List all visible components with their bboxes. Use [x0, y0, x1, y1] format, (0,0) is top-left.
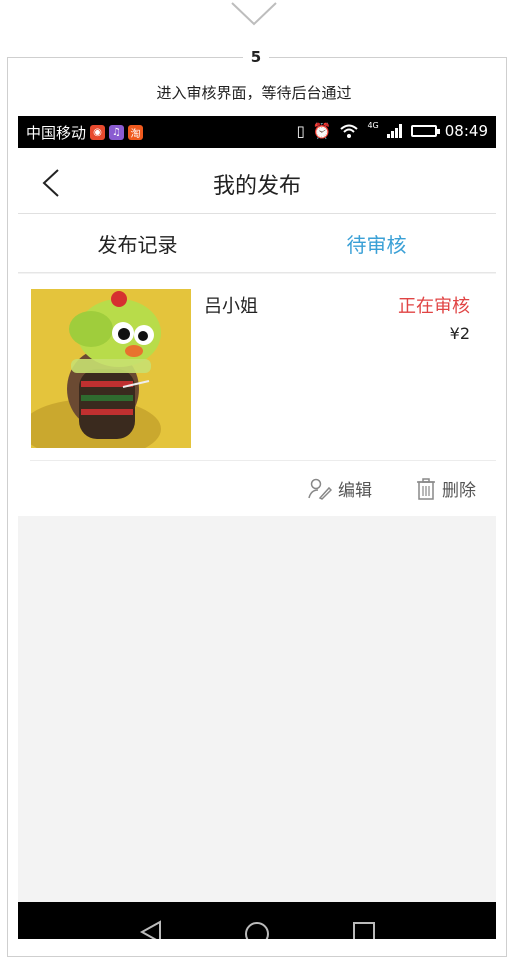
tab-bar: 发布记录 待审核 [18, 214, 496, 273]
alarm-icon: ⏰ [312, 122, 332, 140]
chevron-down-icon [231, 2, 277, 26]
status-badge: 正在审核 [398, 296, 470, 317]
trash-icon [417, 477, 435, 500]
listing-price: ¥2 [449, 324, 470, 343]
battery-icon [410, 125, 440, 137]
network-type: 4G [367, 120, 379, 130]
phone-screenshot: 中国移动 ◉ ♫ 淘 ▯ ⏰ 4G 08:49 我的发布 发布记录 待审核 吕小… [18, 116, 496, 939]
signal-icon [386, 124, 402, 138]
nav-back-icon[interactable] [138, 920, 164, 939]
vibrate-icon: ▯ [296, 122, 305, 140]
delete-label: 删除 [442, 481, 476, 501]
edit-button[interactable]: 编辑 [308, 476, 372, 501]
wifi-icon [340, 124, 359, 138]
music-app-icon: ♫ [109, 125, 125, 140]
nav-bar: 我的发布 [18, 148, 496, 214]
carrier-label: 中国移动 [26, 124, 87, 142]
divider [30, 460, 496, 461]
step-number: 5 [243, 48, 269, 66]
system-nav-bar [18, 902, 496, 939]
status-bar: 中国移动 ◉ ♫ 淘 ▯ ⏰ 4G 08:49 [18, 116, 496, 148]
publisher-name: 吕小姐 [204, 296, 258, 317]
tab-pending-review[interactable]: 待审核 [257, 229, 496, 258]
step-caption: 进入审核界面，等待后台通过 [156, 84, 352, 102]
edit-icon [308, 478, 332, 500]
weibo-app-icon: ◉ [90, 125, 106, 140]
delete-button[interactable]: 删除 [416, 476, 476, 501]
nav-recents-icon[interactable] [351, 920, 377, 939]
taobao-app-icon: 淘 [128, 125, 144, 140]
listing-thumbnail[interactable] [31, 289, 191, 448]
edit-label: 编辑 [338, 481, 372, 501]
clock-time: 08:49 [444, 122, 488, 140]
page-title: 我的发布 [212, 174, 301, 199]
nav-home-icon[interactable] [244, 920, 270, 939]
tab-publish-records[interactable]: 发布记录 [18, 229, 257, 258]
listing-card[interactable]: 吕小姐 正在审核 ¥2 编辑 删除 [18, 274, 496, 516]
